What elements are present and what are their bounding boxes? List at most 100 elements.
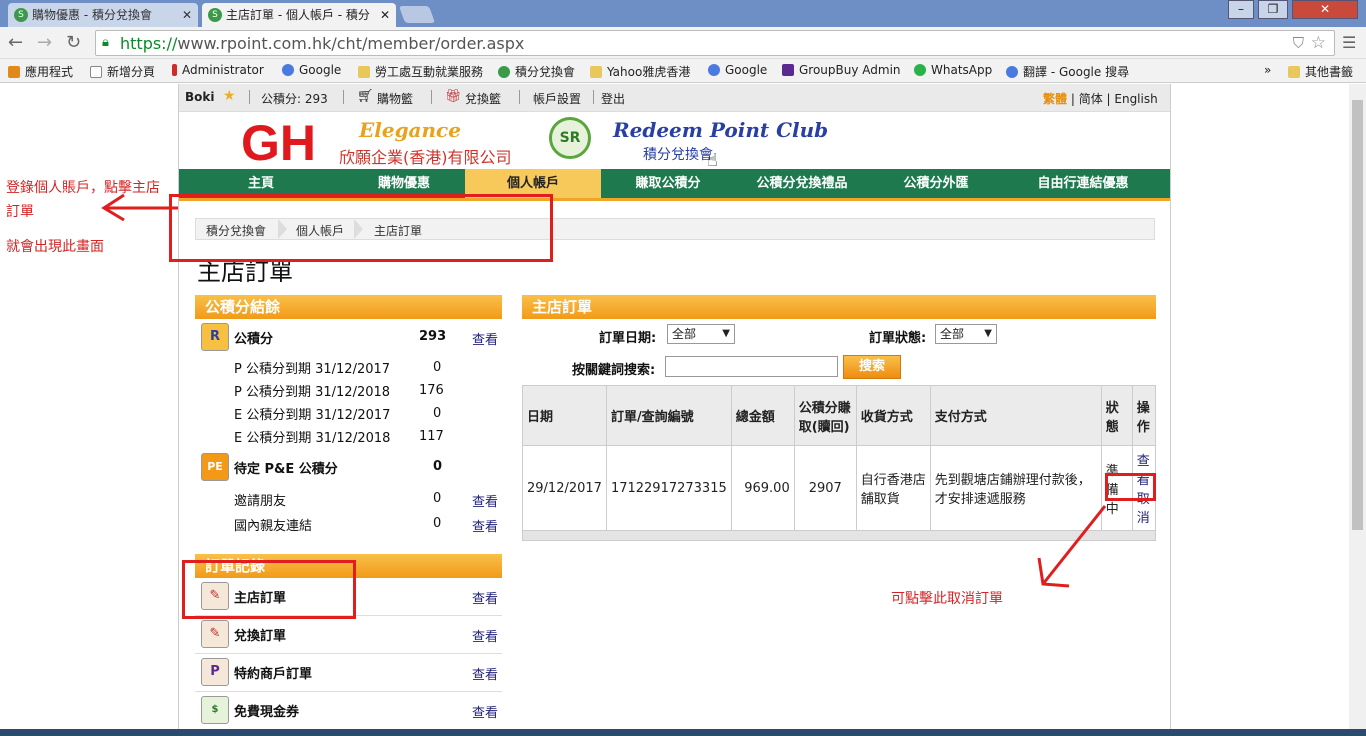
domestic-view-link[interactable]: 查看 xyxy=(472,516,498,535)
star-icon[interactable]: ☆ xyxy=(1311,33,1326,53)
bookmark-overflow[interactable]: » xyxy=(1264,63,1271,77)
web-page: 登錄個人賬戶，點擊主店訂單 就會出現此畫面 Boki ★ 公積分: 293 🛒︎… xyxy=(0,84,1366,736)
col-status: 狀態 xyxy=(1100,385,1133,446)
browser-tab-bar: S 購物優惠 - 積分兌換會 ✕ S 主店訂單 - 個人帳戶 - 積分 ✕ – … xyxy=(0,0,1366,27)
record-merchant-order[interactable]: 特約商戶訂單 xyxy=(234,663,312,682)
hand-cursor-icon: ☝ xyxy=(707,150,718,171)
record-main-order-view[interactable]: 查看 xyxy=(472,588,498,607)
page-icon xyxy=(90,66,102,78)
folder-icon xyxy=(358,66,370,78)
shield-icon[interactable]: ⛉ xyxy=(1293,34,1304,52)
bookmark-translate[interactable]: 翻譯 - Google 搜尋 xyxy=(1006,63,1129,80)
url-text: https://www.rpoint.com.hk/cht/member/ord… xyxy=(120,34,524,53)
bookmark-labour[interactable]: 勞工處互動就業服務 xyxy=(358,63,483,80)
cart-link[interactable]: 購物籃 xyxy=(377,90,413,107)
date-filter-select[interactable]: 全部 ▼ xyxy=(667,324,735,344)
reload-icon[interactable]: ↻ xyxy=(66,32,81,54)
logout-link[interactable]: 登出 xyxy=(601,90,625,107)
pending-value: 0 xyxy=(433,459,443,474)
nav-earn[interactable]: 賺取公積分 xyxy=(601,169,735,198)
bookmark-google[interactable]: Google xyxy=(282,63,341,77)
screen: S 購物優惠 - 積分兌換會 ✕ S 主店訂單 - 個人帳戶 - 積分 ✕ – … xyxy=(0,0,1366,736)
col-payment: 支付方式 xyxy=(929,385,1102,446)
forward-icon[interactable]: → xyxy=(37,32,52,54)
expiry-value: 0 xyxy=(433,406,442,421)
back-icon[interactable]: ← xyxy=(8,32,23,54)
points-label: 公積分 xyxy=(234,332,274,347)
lang-traditional[interactable]: 繁體 xyxy=(1043,92,1067,106)
divider xyxy=(593,90,594,104)
bookmark-label: 勞工處互動就業服務 xyxy=(375,65,484,79)
date-filter-label: 訂單日期: xyxy=(599,331,657,346)
status-filter-select[interactable]: 全部 ▼ xyxy=(935,324,997,344)
expiry-value: 176 xyxy=(419,383,444,398)
bookmark-admin[interactable]: Administrator xyxy=(172,63,264,77)
redeem-cart-link[interactable]: 兌換籃 xyxy=(465,90,501,107)
url-path: www.rpoint.com.hk/cht/member/order.aspx xyxy=(177,34,525,53)
lang-english[interactable]: English xyxy=(1114,92,1157,106)
scrollbar-thumb[interactable] xyxy=(1352,100,1363,530)
divider xyxy=(431,90,432,104)
lang-simplified[interactable]: 简体 xyxy=(1079,92,1103,106)
record-merchant-order-view[interactable]: 查看 xyxy=(472,664,498,683)
expiry-value: 117 xyxy=(419,429,444,444)
pe-points-icon: PE xyxy=(201,453,229,481)
status-filter-label: 訂單狀態: xyxy=(869,331,927,346)
annotation-box-breadcrumb xyxy=(169,194,553,262)
tab-close-icon[interactable]: ✕ xyxy=(182,3,192,27)
browser-tab-2[interactable]: S 主店訂單 - 個人帳戶 - 積分 ✕ xyxy=(202,3,396,27)
record-free-coupon[interactable]: 免費現金券 xyxy=(234,701,299,720)
tab-close-icon[interactable]: ✕ xyxy=(380,3,390,27)
annotation-box-main-order xyxy=(182,560,356,619)
gift-icon: 🎁︎ xyxy=(445,89,462,104)
bookmark-label: Google xyxy=(299,63,342,77)
invite-label: 邀請朋友 xyxy=(234,494,287,509)
annotation-box-cancel xyxy=(1105,473,1156,501)
bookmark-groupbuy[interactable]: GroupBuy Admin xyxy=(782,63,901,77)
col-actions: 操作 xyxy=(1131,385,1157,446)
bookmark-label: 其他書籤 xyxy=(1305,65,1354,79)
redeem-club-subtitle[interactable]: 積分兌換會 xyxy=(643,144,713,164)
sr-logo: SR xyxy=(549,117,591,159)
admin-icon xyxy=(172,64,177,76)
google-icon xyxy=(282,64,294,76)
divider xyxy=(343,90,344,104)
address-bar[interactable]: 🔒︎ https://www.rpoint.com.hk/cht/member/… xyxy=(95,30,1335,56)
record-redeem-order[interactable]: 兌換訂單 xyxy=(234,625,286,644)
record-redeem-order-view[interactable]: 查看 xyxy=(472,626,498,645)
keyword-search-input[interactable] xyxy=(665,356,838,377)
record-free-coupon-view[interactable]: 查看 xyxy=(472,702,498,721)
balance-panel-title: 公積分結餘 xyxy=(195,295,502,319)
account-settings-link[interactable]: 帳戶設置 xyxy=(533,90,581,107)
redeem-point-club-logo[interactable]: Redeem Point Club xyxy=(613,118,828,142)
search-button[interactable]: 搜索 xyxy=(843,355,901,379)
new-tab-button[interactable] xyxy=(398,6,436,23)
invite-view-link[interactable]: 查看 xyxy=(472,491,498,510)
bookmark-google-2[interactable]: Google xyxy=(708,63,767,77)
site-container: Boki ★ 公積分: 293 🛒︎ 購物籃 🎁︎ 兌換籃 帳戶設置 登出 繁體… xyxy=(169,84,1171,736)
bookmark-label: 積分兌換會 xyxy=(515,65,576,79)
order-doc-icon: ✎ xyxy=(201,620,229,648)
nav-redeem-gifts[interactable]: 公積分兌換禮品 xyxy=(735,169,869,198)
nav-travel-offers[interactable]: 自由行連結優惠 xyxy=(1003,169,1163,198)
coupon-icon: $ xyxy=(201,696,229,724)
nav-points-exchange[interactable]: 公積分外匯 xyxy=(869,169,1003,198)
divider xyxy=(195,691,502,692)
os-taskbar xyxy=(0,729,1366,736)
maximize-button[interactable]: ❐ xyxy=(1258,0,1288,19)
menu-icon[interactable]: ☰ xyxy=(1342,32,1356,54)
expiry-label: E 公積分到期 31/12/2018 xyxy=(234,431,391,446)
bookmark-yahoo[interactable]: Yahoo雅虎香港 xyxy=(590,63,690,80)
invite-value: 0 xyxy=(433,491,442,506)
bookmark-newtab[interactable]: 新增分頁 xyxy=(90,63,155,80)
annotation-arrow-left xyxy=(101,193,178,222)
points-view-link[interactable]: 查看 xyxy=(472,329,498,348)
browser-tab-1[interactable]: S 購物優惠 - 積分兌換會 ✕ xyxy=(8,3,198,27)
bookmark-rpoint[interactable]: 積分兌換會 xyxy=(498,63,575,80)
minimize-button[interactable]: – xyxy=(1228,0,1254,19)
close-window-button[interactable]: ✕ xyxy=(1292,0,1358,19)
bookmark-label: 應用程式 xyxy=(25,65,74,79)
bookmark-whatsapp[interactable]: WhatsApp xyxy=(914,63,992,77)
bookmark-apps[interactable]: 應用程式 xyxy=(8,63,73,80)
bookmark-other[interactable]: 其他書籤 xyxy=(1288,63,1353,80)
